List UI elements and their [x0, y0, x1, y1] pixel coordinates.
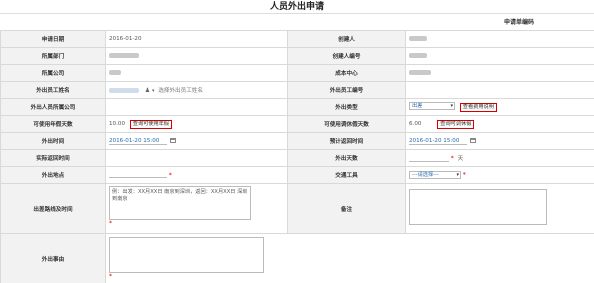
adjust-leave-label: 可使用调休假天数 [287, 115, 406, 133]
out-type-label: 外出类型 [287, 98, 406, 116]
out-person-input[interactable] [109, 88, 139, 93]
company-label: 所属公司 [0, 64, 106, 82]
view-expense-button[interactable]: 查看费用说明 [459, 102, 497, 112]
transport-label: 交通工具 [287, 166, 406, 184]
return-time-input[interactable]: 2016-01-20 15:00 [409, 138, 467, 145]
out-person-hint: 选择外出员工姓名 [158, 88, 204, 94]
query-adjust-leave-button[interactable]: 查询可调休假 [437, 119, 475, 129]
page-title: 人员外出申请 [0, 0, 594, 14]
out-person-no-label: 外出员工编号 [287, 81, 406, 99]
return-time-label: 预计返回时间 [287, 132, 406, 150]
creator-value [409, 36, 427, 41]
dept-value [109, 53, 139, 58]
remark-label: 备注 [287, 183, 406, 234]
out-place-input[interactable] [109, 172, 167, 178]
user-select-icon[interactable]: ♟ [145, 87, 150, 94]
route-textarea[interactable]: 例：出发：XX月XX日 南京到深圳，返回：XX月XX日 深圳到南京 [109, 186, 251, 220]
reason-label: 外出事由 [0, 233, 106, 283]
required-mark: * [109, 273, 112, 280]
actual-return-label: 实际返回时间 [0, 149, 106, 167]
reason-textarea[interactable] [109, 237, 264, 273]
creator-no-value [409, 53, 427, 58]
chevron-down-icon: ▾ [456, 172, 459, 178]
apply-date-label: 申请日期 [0, 30, 106, 48]
chevron-down-icon: ▾ [450, 103, 453, 110]
route-label: 出差路线及时间 [0, 183, 106, 234]
annual-leave-value: 10.00 [109, 120, 126, 127]
transport-select[interactable]: ---请选择--- ▾ [409, 171, 461, 179]
required-mark: * [462, 171, 466, 179]
dept-label: 所属部门 [0, 47, 106, 65]
serial-label: 申请单编码 [503, 19, 534, 26]
required-mark: * [109, 220, 112, 227]
actual-return-value [105, 149, 288, 167]
creator-label: 创建人 [287, 30, 406, 48]
out-days-label: 外出天数 [287, 149, 406, 167]
out-person-no-value [405, 81, 594, 99]
out-time-input[interactable]: 2016-01-20 15:00 [109, 138, 167, 145]
annual-leave-label: 可使用年假天数 [0, 115, 106, 133]
out-place-label: 外出地点 [0, 166, 106, 184]
apply-date-value: 2016-01-20 [105, 30, 288, 48]
required-mark: * [168, 171, 172, 179]
out-company-value [105, 98, 288, 116]
company-value [109, 70, 121, 75]
out-type-select[interactable]: 出差 ▾ [409, 102, 455, 111]
remark-textarea[interactable] [409, 189, 547, 225]
out-company-label: 外出人员所属公司 [0, 98, 106, 116]
out-days-unit: 天 [457, 156, 464, 162]
out-person-label: 外出员工姓名 [0, 81, 106, 99]
out-time-label: 外出时间 [0, 132, 106, 150]
calendar-icon[interactable] [169, 137, 176, 143]
caret-icon: ▾ [151, 88, 155, 94]
query-annual-leave-button[interactable]: 查询可使用年假 [129, 119, 173, 129]
creator-no-label: 创建人编号 [287, 47, 406, 65]
cost-center-label: 成本中心 [287, 64, 406, 82]
required-mark: * [450, 155, 454, 162]
adjust-leave-value: 6.00 [409, 120, 422, 127]
cost-center-value [409, 70, 431, 75]
out-days-input[interactable] [409, 156, 449, 162]
calendar-icon[interactable] [469, 137, 476, 143]
application-form: 申请日期 2016-01-20 创建人 所属部门 创建人编号 所属公司 成本中心… [0, 30, 594, 283]
